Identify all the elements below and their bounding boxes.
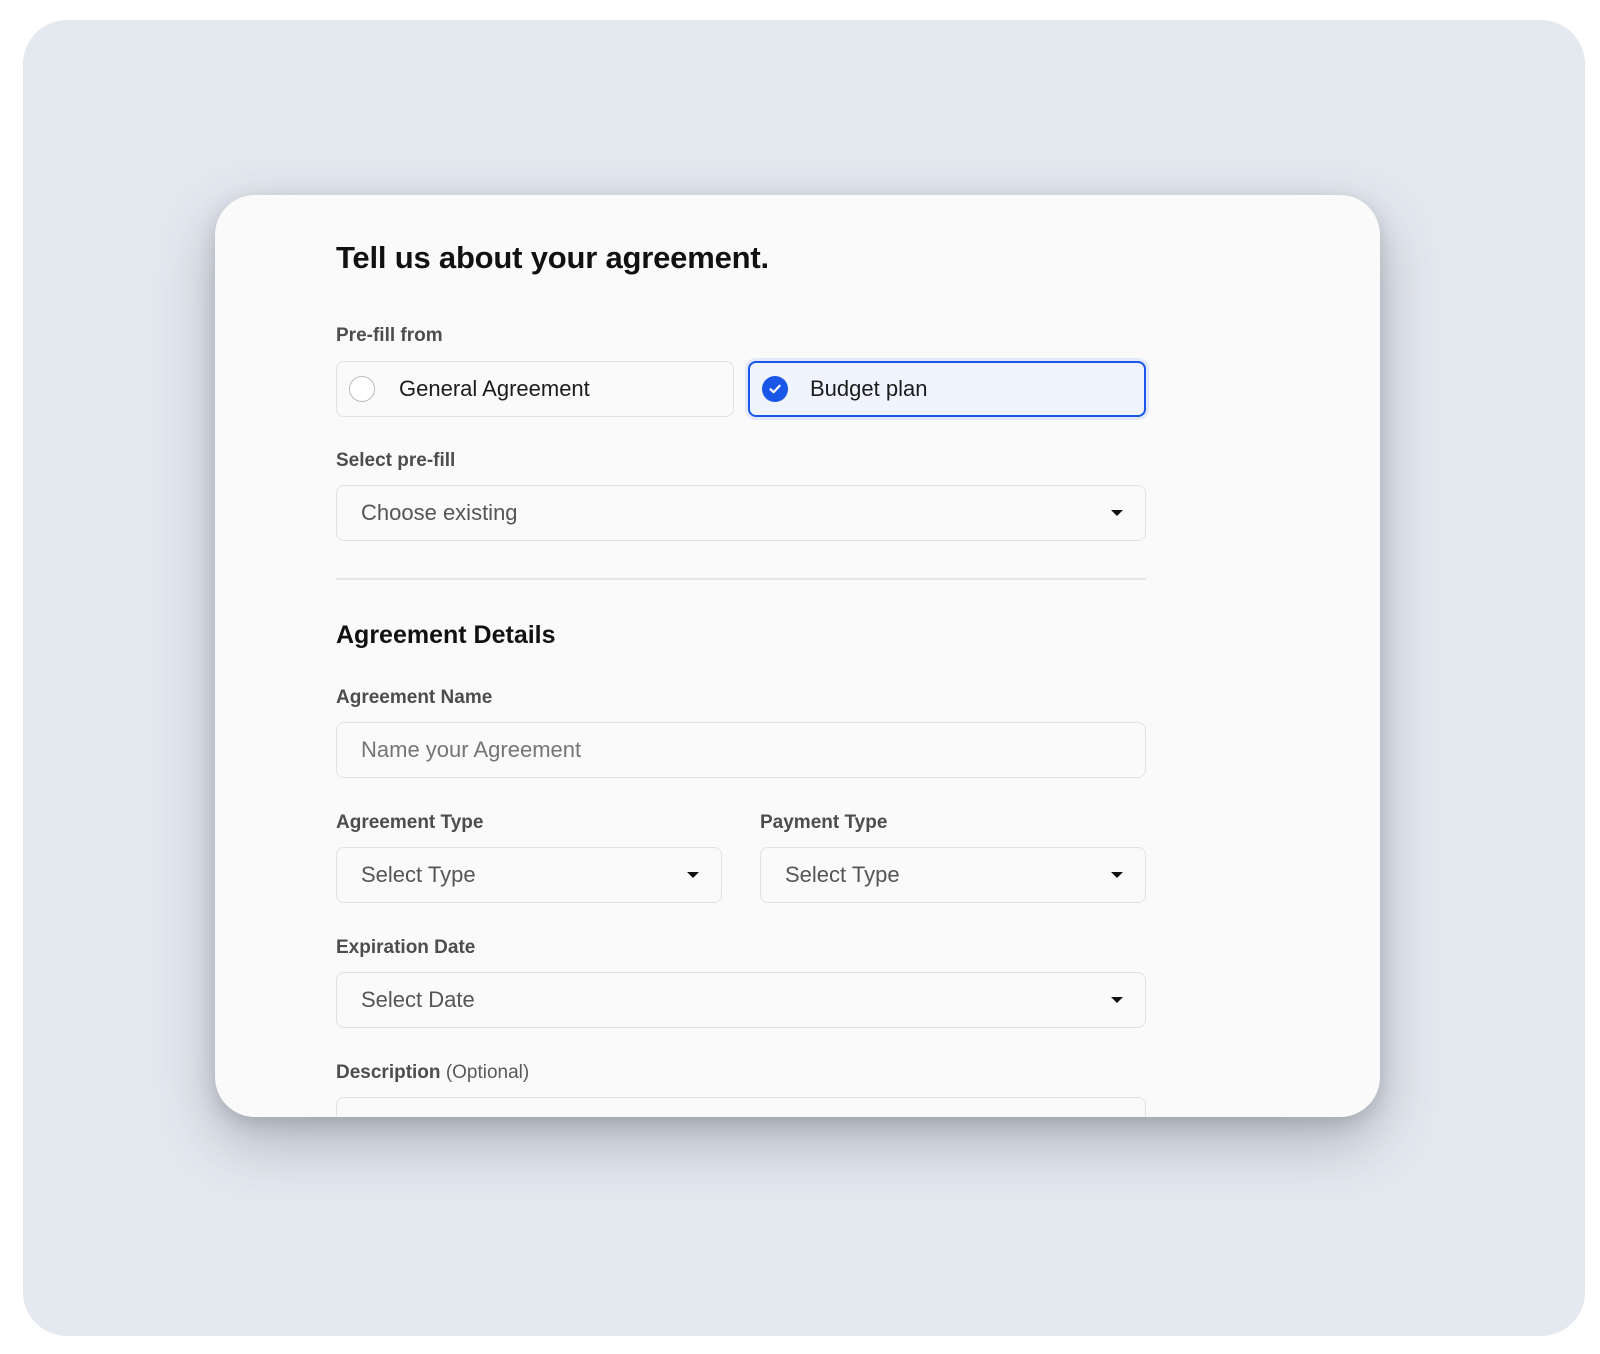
check-circle-icon xyxy=(762,376,788,402)
prefill-option-label: General Agreement xyxy=(399,376,590,401)
prefill-option-budget-plan[interactable]: Budget plan xyxy=(748,361,1146,417)
section-divider xyxy=(336,578,1146,580)
payment-type-value: Select Type xyxy=(785,862,900,887)
expiration-date-select[interactable]: Select Date xyxy=(336,972,1146,1028)
agreement-type-value: Select Type xyxy=(361,862,476,887)
agreement-name-label: Agreement Name xyxy=(336,687,493,708)
payment-type-label: Payment Type xyxy=(760,812,888,833)
prefill-select-value: Choose existing xyxy=(361,500,518,525)
prefill-label: Pre-fill from xyxy=(336,325,443,346)
description-textarea[interactable] xyxy=(336,1097,1146,1117)
expiration-date-value: Select Date xyxy=(361,987,475,1012)
description-label: Description (Optional) xyxy=(336,1062,529,1084)
caret-down-icon xyxy=(687,872,699,878)
prefill-option-general-agreement[interactable]: General Agreement xyxy=(336,361,734,417)
agreement-name-input[interactable] xyxy=(336,722,1146,778)
prefill-select[interactable]: Choose existing xyxy=(336,485,1146,541)
radio-empty-icon xyxy=(349,376,375,402)
caret-down-icon xyxy=(1111,510,1123,516)
expiration-date-label: Expiration Date xyxy=(336,937,476,958)
caret-down-icon xyxy=(1111,997,1123,1003)
agreement-form-card: Tell us about your agreement. Pre-fill f… xyxy=(215,195,1380,1117)
description-optional-text: (Optional) xyxy=(445,1062,530,1083)
prefill-option-label: Budget plan xyxy=(810,376,928,401)
description-label-text: Description xyxy=(336,1062,441,1083)
payment-type-select[interactable]: Select Type xyxy=(760,847,1146,903)
caret-down-icon xyxy=(1111,872,1123,878)
page-title: Tell us about your agreement. xyxy=(336,240,769,275)
select-prefill-label: Select pre-fill xyxy=(336,450,456,471)
agreement-type-select[interactable]: Select Type xyxy=(336,847,722,903)
section-title: Agreement Details xyxy=(336,621,556,649)
agreement-type-label: Agreement Type xyxy=(336,812,484,833)
